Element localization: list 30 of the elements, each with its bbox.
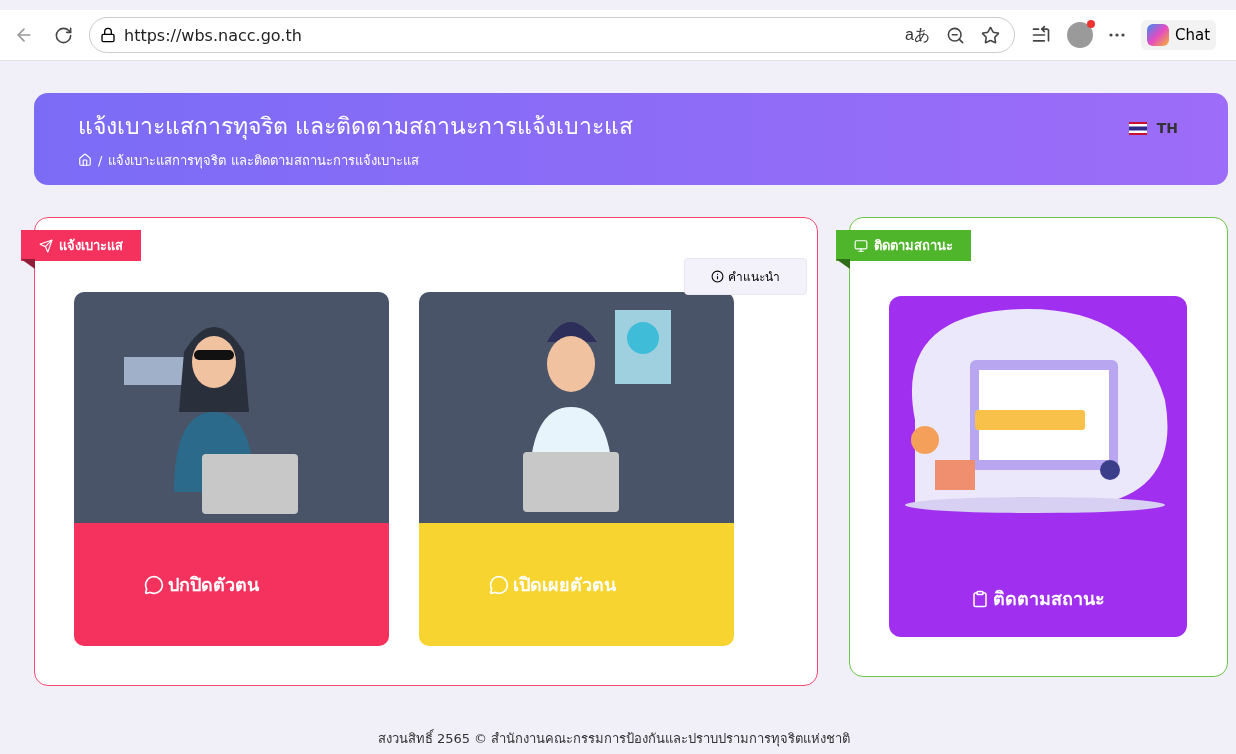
lock-icon (100, 27, 116, 43)
copyright-text: สงวนสิทธิ์ 2565 © สำนักงานคณะกรรมการป้องกันและปราบปรามการทุจริตแห่งชาติ (376, 728, 852, 749)
zoom-out-icon (946, 25, 965, 45)
home-icon[interactable] (78, 153, 92, 167)
tag-fold (836, 259, 851, 269)
track-status-label: ติดตามสถานะ (971, 520, 1106, 637)
breadcrumb-item[interactable]: แจ้งเบาะแสการทุจริต และติดตามสถานะการแจ้งเบาะแส (108, 149, 419, 171)
profile-avatar[interactable] (1067, 22, 1093, 48)
page-title: แจ้งเบาะแสการทุจริต และติดตามสถานะการแจ้งเบาะแส (78, 111, 634, 142)
language-selector[interactable]: TH (1122, 119, 1184, 137)
monitor-icon (854, 238, 869, 253)
url-text: https://wbs.nacc.go.th (124, 25, 303, 45)
report-tag: แจ้งเบาะแส (21, 230, 141, 261)
report-option-button[interactable]: ปกปิดตัวตน (74, 523, 389, 646)
star-icon (981, 25, 1000, 45)
flag-icon (1128, 121, 1147, 135)
more-icon (1109, 33, 1125, 37)
favorites-icon (1031, 25, 1051, 45)
track-status-button[interactable]: ติดตามสถานะ (889, 296, 1188, 637)
reload-icon (54, 25, 73, 45)
chat-button[interactable]: Chat (1141, 20, 1217, 50)
track-tag: ติดตามสถานะ (836, 230, 972, 261)
send-icon (39, 238, 53, 253)
info-icon (711, 270, 725, 283)
chat-bubble-icon (489, 574, 509, 595)
clipboard-icon (971, 589, 990, 608)
chat-bubble-icon (144, 574, 164, 595)
breadcrumb-separator: / (98, 152, 103, 168)
tag-fold (21, 259, 35, 269)
guide-button[interactable]: คำแนะนำ (684, 258, 808, 295)
